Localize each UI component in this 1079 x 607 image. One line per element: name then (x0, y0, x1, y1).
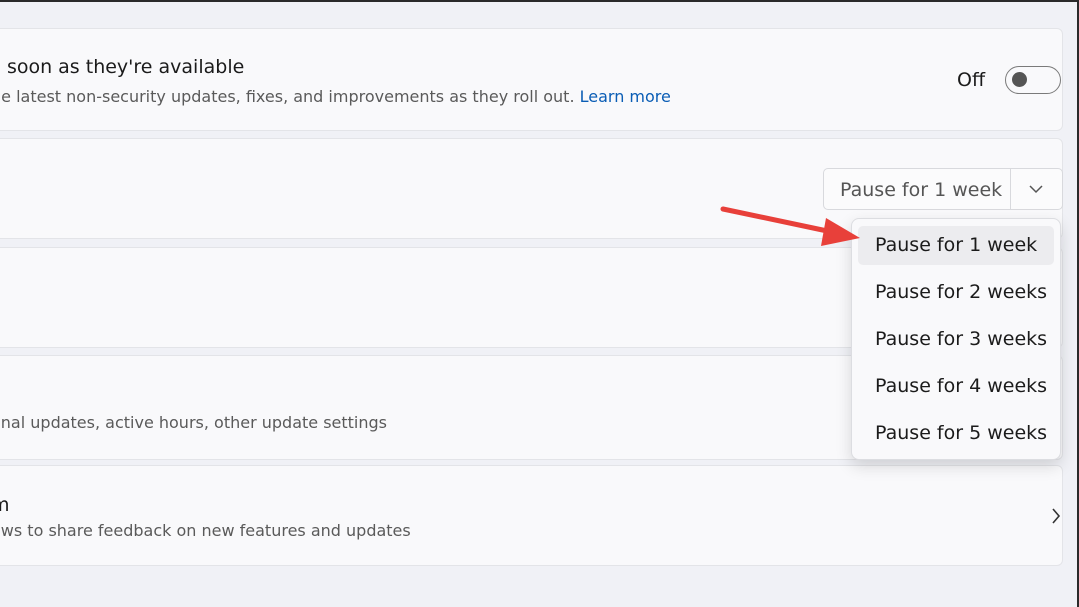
insider-program-title: m (0, 494, 10, 516)
updates-asap-card: s soon as they're available he latest no… (0, 28, 1063, 131)
pause-duration-menu: Pause for 1 week Pause for 2 weeks Pause… (851, 218, 1061, 460)
updates-asap-title: s soon as they're available (0, 56, 245, 78)
updates-asap-description-text: he latest non-security updates, fixes, a… (0, 87, 575, 106)
menu-item-pause-4-weeks[interactable]: Pause for 4 weeks (858, 367, 1054, 406)
insider-program-description: ows to share feedback on new features an… (0, 521, 411, 540)
toggle-state-label: Off (957, 69, 986, 91)
menu-item-label: Pause for 2 weeks (875, 281, 1048, 303)
insider-program-card[interactable]: m ows to share feedback on new features … (0, 465, 1063, 566)
window-top-border (0, 0, 1079, 2)
menu-item-label: Pause for 1 week (875, 234, 1038, 256)
menu-item-pause-1-week[interactable]: Pause for 1 week (858, 226, 1054, 265)
learn-more-link[interactable]: Learn more (580, 87, 671, 106)
toggle-knob (1012, 72, 1027, 87)
pause-updates-dropdown-label: Pause for 1 week (840, 179, 1003, 201)
menu-item-pause-5-weeks[interactable]: Pause for 5 weeks (858, 414, 1054, 453)
menu-item-pause-3-weeks[interactable]: Pause for 3 weeks (858, 320, 1054, 359)
updates-asap-toggle[interactable] (1005, 66, 1061, 94)
dropdown-divider (1010, 169, 1011, 209)
chevron-down-icon[interactable] (1026, 180, 1046, 198)
menu-item-pause-2-weeks[interactable]: Pause for 2 weeks (858, 273, 1054, 312)
menu-item-label: Pause for 3 weeks (875, 328, 1048, 350)
updates-asap-description: he latest non-security updates, fixes, a… (0, 87, 671, 106)
pause-updates-dropdown[interactable]: Pause for 1 week (823, 168, 1063, 210)
menu-item-label: Pause for 4 weeks (875, 375, 1048, 397)
menu-item-label: Pause for 5 weeks (875, 422, 1048, 444)
chevron-right-icon[interactable] (1049, 506, 1063, 526)
advanced-options-description: onal updates, active hours, other update… (0, 413, 387, 432)
